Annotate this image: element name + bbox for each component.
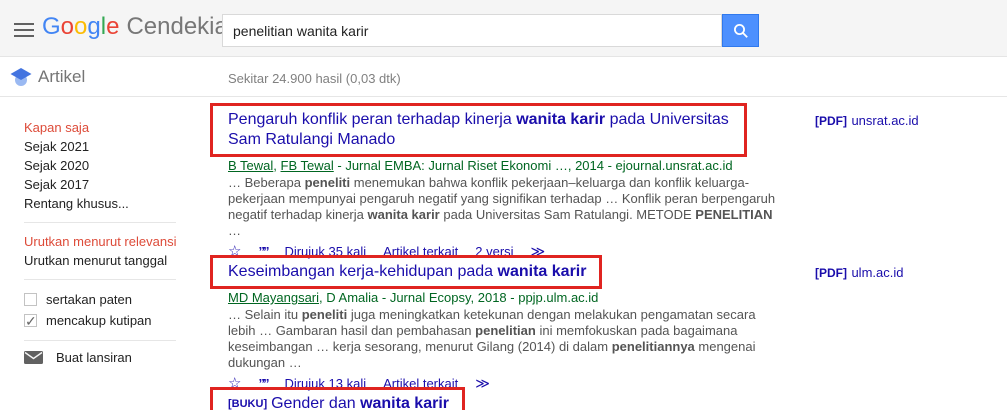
checkbox-row-sertakan-paten[interactable]: sertakan paten (24, 289, 200, 310)
date-filter-list: Kapan saja Sejak 2021 Sejak 2020 Sejak 2017… (24, 118, 200, 213)
sort-option-list: Urutkan menurut relevansi Urutkan menurut… (24, 232, 200, 270)
sidebar-item-urutkan-menurut-tanggal[interactable]: Urutkan menurut tanggal (24, 251, 186, 270)
logo-product-name: Cendekia (126, 13, 228, 40)
annotation-box: [BUKU] Gender dan wanita karir (210, 387, 465, 410)
pdf-link[interactable]: [PDF] ulm.ac.id (815, 264, 903, 282)
scholar-cap-icon (10, 68, 32, 86)
checkbox-list: sertakan paten mencakup kutipan (24, 289, 200, 332)
sidebar-item-sejak-2017[interactable]: Sejak 2017 (24, 175, 186, 194)
logo-letter: e (106, 13, 120, 40)
menu-icon[interactable] (14, 23, 34, 37)
sidebar-item-kapan-saja[interactable]: Kapan saja (24, 118, 186, 137)
logo-letter: G (42, 13, 61, 40)
sidebar-item-rentang-khusus[interactable]: Rentang khusus... (24, 194, 186, 213)
result-title-link[interactable]: Pengaruh konflik peran terhadap kinerja … (228, 111, 729, 148)
pdf-domain: unsrat.ac.id (851, 113, 919, 128)
search-button[interactable] (722, 14, 759, 47)
results-list: Pengaruh konflik peran terhadap kinerja … (210, 98, 919, 410)
checkbox-unchecked-icon[interactable] (24, 293, 37, 306)
search-result: [BUKU]Gender dan wanita karir A Utaminin… (210, 382, 788, 410)
google-wordmark: Google (42, 13, 119, 40)
envelope-icon (24, 351, 43, 364)
result-snippet: … Selain itu peneliti juga meningkatkan … (228, 307, 756, 370)
result-type-tag: [BUKU] (228, 398, 268, 410)
google-scholar-logo[interactable]: Google Cendekia (42, 13, 228, 41)
results-toolbar: Artikel Sekitar 24.900 hasil (0,03 dtk) (0, 58, 1007, 97)
annotation-box: Pengaruh konflik peran terhadap kinerja … (210, 103, 747, 157)
sidebar-item-sejak-2020[interactable]: Sejak 2020 (24, 156, 186, 175)
logo-letter: o (60, 13, 75, 40)
result-title-link[interactable]: Keseimbangan kerja-kehidupan pada wanita… (228, 263, 586, 280)
result-byline: B Tewal, FB Tewal - Jurnal EMBA: Jurnal … (228, 158, 733, 173)
sidebar-item-sejak-2021[interactable]: Sejak 2021 (24, 137, 186, 156)
result-title-link[interactable]: Gender dan wanita karir (271, 395, 449, 410)
pdf-tag: [PDF] (815, 266, 847, 280)
divider (24, 279, 176, 280)
create-alert-label: Buat lansiran (56, 350, 132, 365)
section-label: Artikel (38, 67, 86, 86)
divider (24, 340, 176, 341)
search-icon (733, 23, 748, 38)
create-alert-button[interactable]: Buat lansiran (24, 350, 200, 365)
search-input[interactable] (222, 14, 722, 47)
top-bar: Google Cendekia (0, 0, 1007, 57)
result-snippet: … Beberapa peneliti menemukan bahwa konf… (228, 175, 776, 238)
checkbox-checked-icon[interactable] (24, 311, 37, 332)
results-stats: Sekitar 24.900 hasil (0,03 dtk) (228, 71, 401, 86)
sidebar-item-urutkan-menurut-relevansi[interactable]: Urutkan menurut relevansi (24, 232, 186, 251)
pdf-link[interactable]: [PDF] unsrat.ac.id (815, 112, 919, 130)
search-result: Keseimbangan kerja-kehidupan pada wanita… (210, 250, 903, 392)
search-result: Pengaruh konflik peran terhadap kinerja … (210, 98, 919, 260)
checkbox-label: sertakan paten (46, 292, 133, 307)
filters-sidebar: Kapan saja Sejak 2021 Sejak 2020 Sejak 2017… (0, 98, 200, 365)
logo-letter: o (74, 13, 88, 40)
checkbox-row-mencakup-kutipan[interactable]: mencakup kutipan (24, 310, 200, 332)
divider (24, 222, 176, 223)
annotation-box: Keseimbangan kerja-kehidupan pada wanita… (210, 255, 603, 289)
pdf-domain: ulm.ac.id (851, 265, 904, 280)
result-byline: MD Mayangsari, D Amalia - Jurnal Ecopsy,… (228, 290, 599, 305)
pdf-tag: [PDF] (815, 114, 847, 128)
logo-letter: g (87, 13, 101, 40)
checkbox-label: mencakup kutipan (46, 313, 152, 328)
